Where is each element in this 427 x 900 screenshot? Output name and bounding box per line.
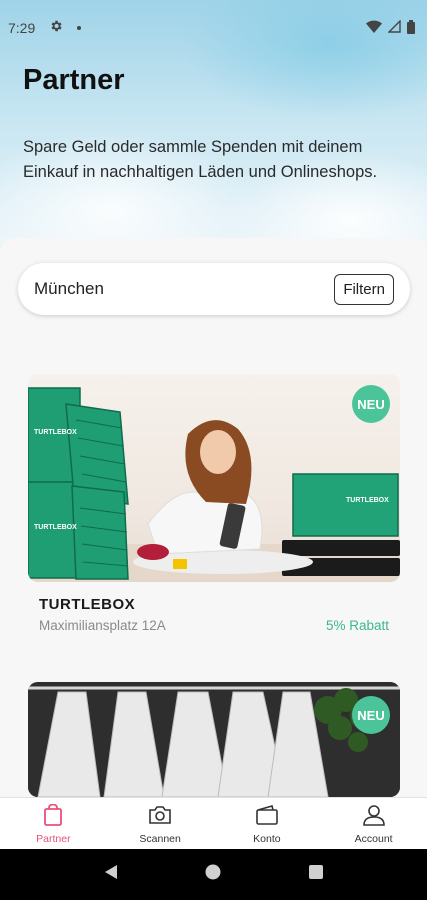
page-description: Spare Geld oder sammle Spenden mit deine… xyxy=(23,138,378,181)
settings-gear-icon xyxy=(49,19,63,37)
person-icon xyxy=(362,804,386,829)
partner-card-image-turtlebox[interactable]: TURTLEBOX TURTLEBOX TURTLEBOX NEU xyxy=(28,374,400,582)
back-icon[interactable] xyxy=(103,864,119,885)
bottom-navigation: Partner Scannen Konto Account xyxy=(0,797,427,849)
new-badge: NEU xyxy=(352,385,390,423)
status-time: 7:29 xyxy=(8,20,36,36)
battery-icon xyxy=(407,19,415,37)
camera-icon xyxy=(148,804,172,829)
nav-item-partner[interactable]: Partner xyxy=(0,798,107,849)
svg-text:TURTLEBOX: TURTLEBOX xyxy=(34,429,77,436)
nav-item-account[interactable]: Account xyxy=(320,798,427,849)
notification-dot-icon xyxy=(77,26,82,30)
location-search-bar[interactable]: München Filtern xyxy=(18,263,410,315)
wallet-icon xyxy=(255,804,279,829)
nav-label-scannen: Scannen xyxy=(139,833,181,845)
signal-icon xyxy=(387,19,401,36)
nav-item-scannen[interactable]: Scannen xyxy=(107,798,214,849)
nav-label-account: Account xyxy=(354,833,393,845)
svg-text:TURTLEBOX: TURTLEBOX xyxy=(34,524,77,531)
filter-button[interactable]: Filtern xyxy=(334,273,394,305)
home-icon[interactable] xyxy=(205,864,221,885)
system-navigation-bar xyxy=(0,849,427,900)
wifi-icon xyxy=(366,20,382,36)
partner-card-image-dresses[interactable]: NEU xyxy=(28,682,400,797)
nav-label-konto: Konto xyxy=(253,833,281,845)
partner-address: Maximiliansplatz 12A xyxy=(39,618,166,633)
page-title: Partner xyxy=(23,64,125,96)
nav-label-partner: Partner xyxy=(36,833,71,845)
partner-name[interactable]: TURTLEBOX xyxy=(39,596,135,613)
shopping-bag-icon xyxy=(43,803,63,829)
nav-item-konto[interactable]: Konto xyxy=(214,798,321,849)
recents-icon[interactable] xyxy=(308,864,324,885)
partner-discount: 5% Rabatt xyxy=(325,618,389,633)
svg-text:TURTLEBOX: TURTLEBOX xyxy=(346,497,389,504)
new-badge: NEU xyxy=(352,696,390,734)
status-bar: 7:29 xyxy=(0,0,427,56)
location-value: München xyxy=(34,279,104,298)
